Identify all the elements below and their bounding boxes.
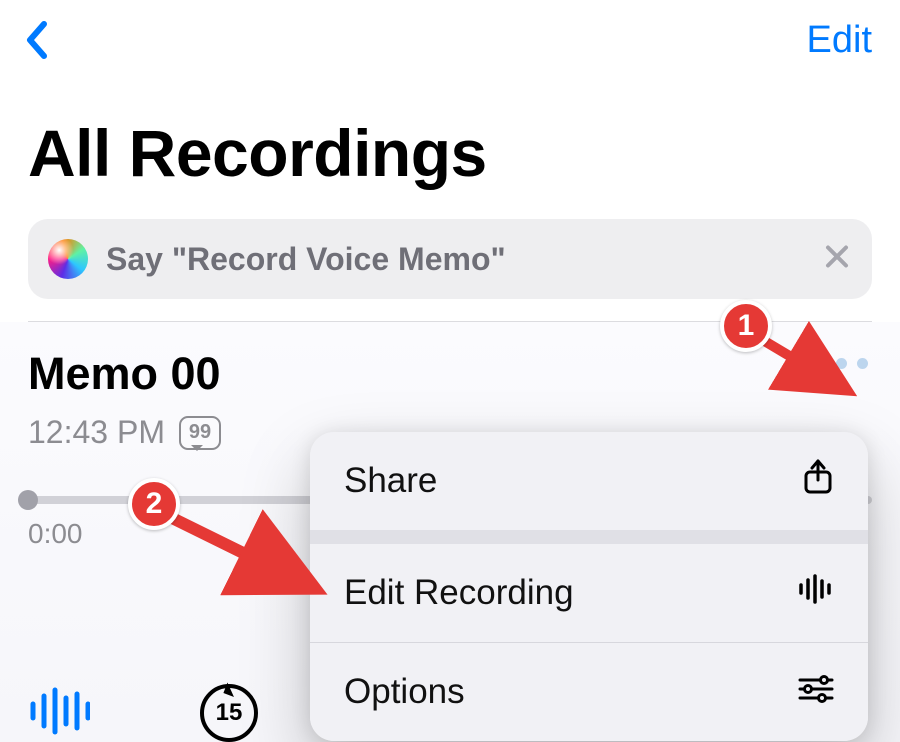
skip-back-button[interactable]: 15 <box>200 684 258 742</box>
memo-time: 12:43 PM <box>28 414 165 451</box>
siri-suggestion[interactable]: Say "Record Voice Memo" <box>28 219 872 299</box>
close-icon[interactable] <box>824 244 850 275</box>
waveform-icon[interactable] <box>28 686 90 741</box>
sliders-icon <box>798 672 834 712</box>
menu-share[interactable]: Share <box>310 432 868 530</box>
menu-edit-recording[interactable]: Edit Recording <box>310 544 868 642</box>
share-icon <box>802 458 834 505</box>
siri-hint-text: Say "Record Voice Memo" <box>106 241 506 278</box>
menu-options[interactable]: Options <box>310 643 868 741</box>
transcript-icon[interactable]: 99 <box>179 416 221 450</box>
menu-separator <box>310 530 868 544</box>
menu-edit-recording-label: Edit Recording <box>344 573 574 613</box>
edit-button[interactable]: Edit <box>807 19 872 62</box>
menu-share-label: Share <box>344 461 437 501</box>
annotation-callout-2: 2 <box>128 478 180 530</box>
waveform-small-icon <box>798 573 834 613</box>
annotation-arrow-2 <box>156 506 326 606</box>
back-button[interactable] <box>16 20 56 60</box>
siri-icon <box>48 239 88 279</box>
scrubber-thumb[interactable] <box>18 490 38 510</box>
context-menu: Share Edit Recording <box>310 432 868 741</box>
page-title: All Recordings <box>28 115 900 191</box>
menu-options-label: Options <box>344 672 465 712</box>
nav-bar: Edit <box>0 0 900 80</box>
memo-title: Memo 00 <box>28 348 872 400</box>
annotation-callout-1: 1 <box>720 300 772 352</box>
chevron-left-icon <box>24 20 48 60</box>
